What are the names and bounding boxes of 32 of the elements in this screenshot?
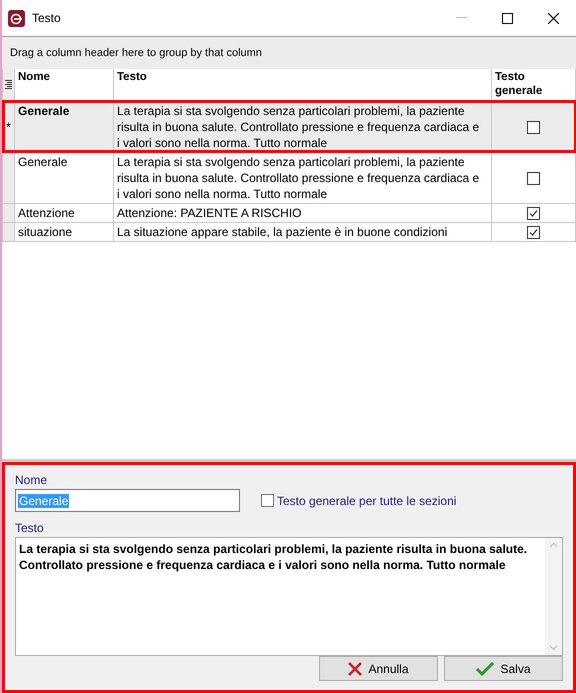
table-row[interactable]: situazione La situazione appare stabile, la paziente è in buone condizioni (2, 222, 576, 241)
table-cell: situazione (14, 222, 114, 241)
table-cell: Attenzione: PAZIENTE A RISCHIO (114, 203, 492, 222)
cross-icon (348, 662, 362, 676)
name-label: Nome (15, 472, 48, 489)
column-chooser-icon[interactable] (2, 69, 14, 101)
checkbox[interactable] (527, 226, 540, 239)
close-icon (548, 12, 558, 24)
save-button[interactable]: Salva (444, 656, 563, 681)
table-row[interactable]: Attenzione Attenzione: PAZIENTE A RISCHIO (2, 203, 576, 222)
checkbox[interactable] (527, 120, 540, 134)
checkbox[interactable] (261, 494, 274, 507)
app-logo-icon (8, 10, 25, 26)
table-cell: La terapia si sta svolgendo senza particolari problemi, la paziente risulta in buona salute. Controllato pressione e frequenza cardiaca e i valori sono nella norma. Tutto normale (114, 152, 492, 203)
window-title: Testo (32, 10, 62, 27)
checkbox-label: Testo generale per tutte le sezioni (277, 492, 456, 510)
table-cell: La terapia si sta svolgendo senza particolari problemi, la paziente risulta in buona salute. Controllato pressione e frequenza cardiaca e i valori sono nella norma. Tutto normale (114, 101, 492, 152)
table-cell: La situazione appare stabile, la paziente è in buone condizioni (114, 222, 492, 241)
minimize-icon (456, 17, 466, 19)
table-row[interactable]: * Generale La terapia si sta svolgendo senza particolari problemi, la paziente risulta in buona salute. Controllato pressione e frequenza cardiaca e i valori sono nella norma. Tutto normale (2, 101, 576, 152)
table-cell: Attenzione (14, 203, 114, 222)
text-label: Testo (15, 520, 45, 537)
checkmark-icon (476, 662, 494, 676)
maximize-icon (502, 12, 512, 24)
table-row[interactable]: Generale La terapia si sta svolgendo senza particolari problemi, la paziente risulta in buona salute. Controllato pressione e frequenza cardiaca e i valori sono nella norma. Tutto normale (2, 152, 576, 203)
checkbox[interactable] (527, 206, 540, 220)
cancel-button[interactable]: Annulla (319, 656, 438, 681)
table-cell: Generale (14, 152, 114, 203)
table-cell: Generale (14, 101, 114, 152)
checkbox[interactable] (527, 172, 540, 185)
group-hint: Drag a column header here to group by that column (2, 37, 576, 69)
row-indicator: * (6, 120, 11, 134)
